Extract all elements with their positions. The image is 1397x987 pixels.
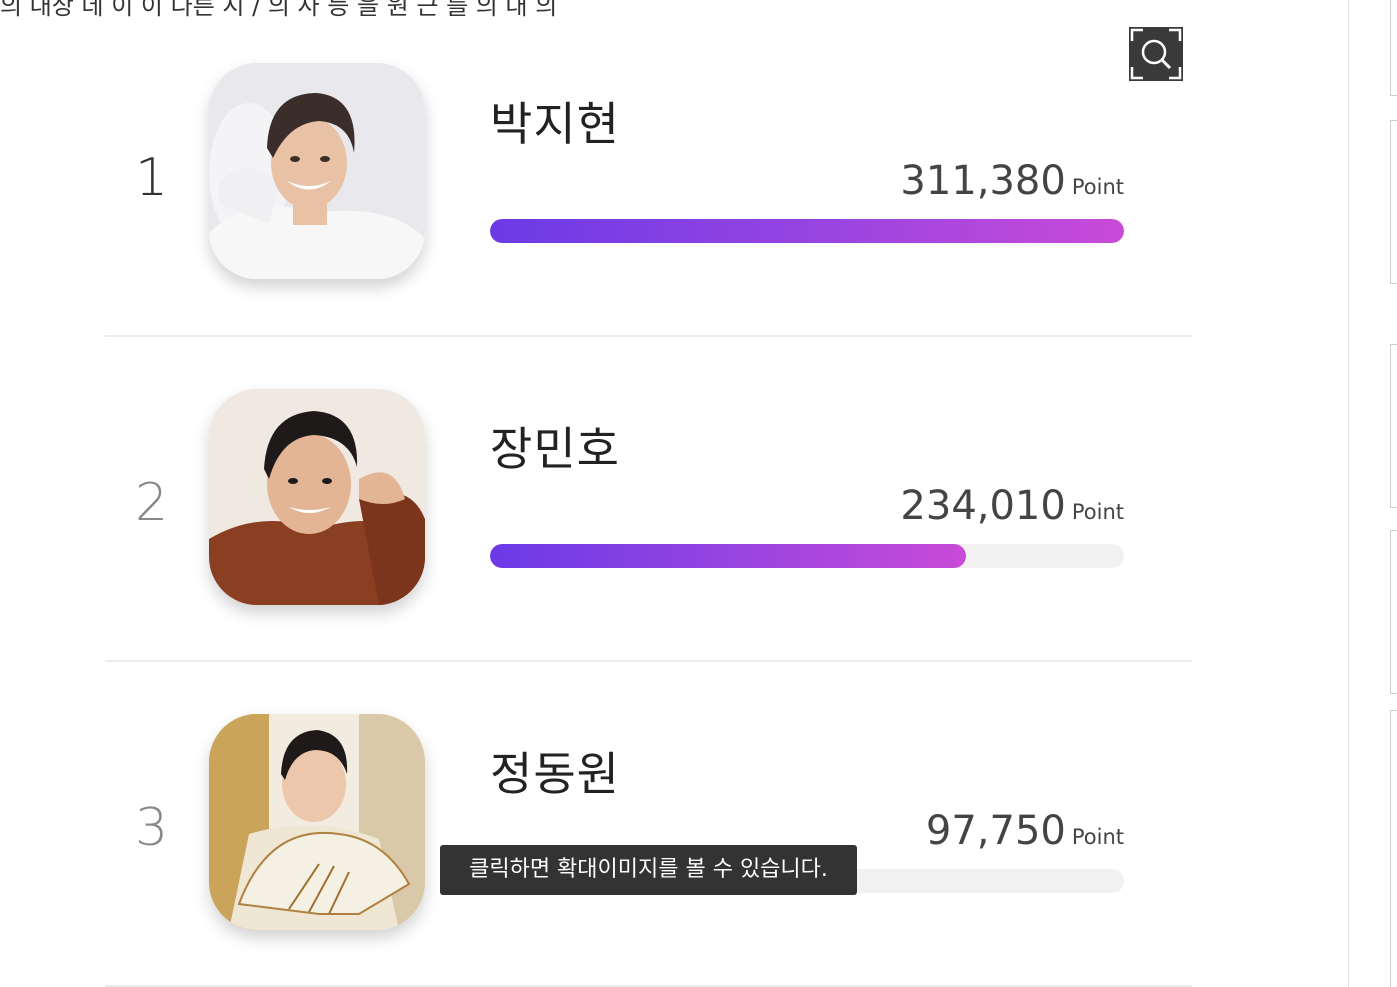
singer-name: 정동원 bbox=[490, 747, 620, 801]
points-value: 97,750 bbox=[925, 808, 1066, 854]
progress-fill bbox=[490, 219, 1124, 243]
profile-photo[interactable] bbox=[209, 389, 425, 605]
ranking-item: 3 정동원 97,750 Point bbox=[105, 660, 1192, 987]
zoom-search-icon bbox=[1130, 28, 1182, 80]
side-divider bbox=[1348, 0, 1349, 987]
singer-name: 장민호 bbox=[490, 422, 620, 476]
points-unit: Point bbox=[1071, 500, 1124, 524]
side-card[interactable] bbox=[1390, 530, 1397, 694]
side-card[interactable] bbox=[1390, 710, 1397, 987]
points-display: 234,010 Point bbox=[900, 483, 1124, 529]
progress-fill bbox=[490, 544, 966, 568]
rank-number: 3 bbox=[135, 798, 169, 858]
zoom-button[interactable] bbox=[1129, 27, 1183, 81]
points-unit: Point bbox=[1071, 825, 1124, 849]
ranking-page: 의 대상 데 이 이 다른 시 / 의 사 등 을 원 근 를 의 대 의 1 bbox=[0, 0, 1397, 987]
points-value: 311,380 bbox=[900, 158, 1066, 204]
points-unit: Point bbox=[1071, 175, 1124, 199]
rank-number: 1 bbox=[135, 148, 169, 208]
progress-track bbox=[490, 219, 1124, 243]
profile-photo[interactable] bbox=[209, 63, 425, 279]
side-card[interactable] bbox=[1390, 120, 1397, 284]
zoom-tooltip: 클릭하면 확대이미지를 볼 수 있습니다. bbox=[440, 845, 857, 895]
singer-name: 박지현 bbox=[490, 97, 620, 151]
points-display: 97,750 Point bbox=[926, 808, 1124, 854]
side-card[interactable] bbox=[1390, 344, 1397, 508]
profile-photo[interactable] bbox=[209, 714, 425, 930]
side-card[interactable] bbox=[1390, 0, 1397, 96]
points-value: 234,010 bbox=[900, 483, 1066, 529]
ranking-item: 1 박지현 311,380 Point bbox=[105, 10, 1192, 337]
points-display: 311,380 Point bbox=[900, 158, 1124, 204]
ranking-item: 2 장민호 234,010 Point bbox=[105, 335, 1192, 662]
rank-number: 2 bbox=[135, 473, 169, 533]
progress-track bbox=[490, 544, 1124, 568]
